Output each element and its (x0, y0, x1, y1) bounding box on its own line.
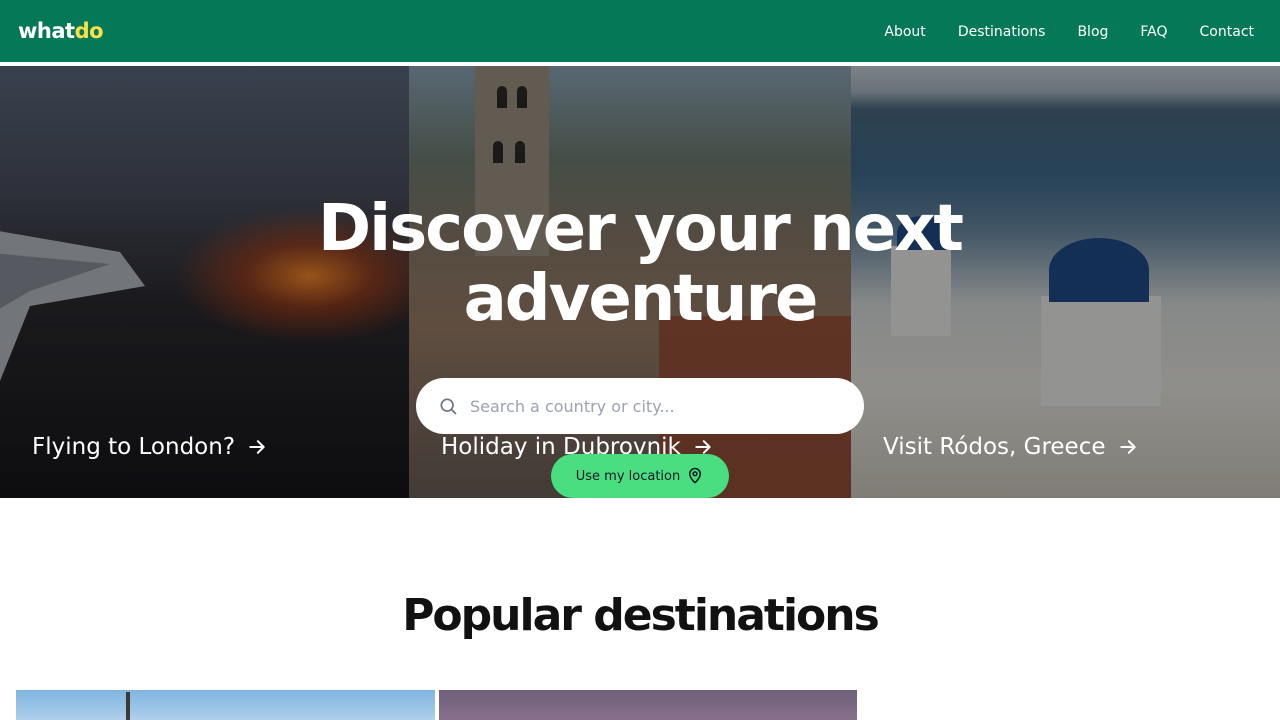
popular-destinations-title: Popular destinations (402, 590, 880, 641)
panel-link-label: Visit Ródos, Greece (883, 434, 1106, 460)
search-input[interactable] (470, 396, 830, 416)
map-pin-icon (689, 467, 702, 484)
logo-main: what (18, 19, 75, 43)
destination-card[interactable] (16, 690, 435, 720)
destination-card[interactable] (439, 690, 857, 720)
panel-link-rodos[interactable]: Visit Ródos, Greece (883, 434, 1138, 460)
site-header: whatdo About Destinations Blog FAQ Conta… (0, 0, 1280, 64)
search-bar[interactable] (416, 378, 864, 434)
nav-about[interactable]: About (884, 24, 925, 40)
panel-link-london[interactable]: Flying to London? (32, 434, 267, 460)
nav-contact[interactable]: Contact (1200, 24, 1254, 40)
use-location-label: Use my location (575, 468, 681, 484)
hero-section: Discover your next adventure Flying to L… (0, 66, 1280, 498)
use-location-button[interactable]: Use my location (551, 454, 729, 498)
nav-blog[interactable]: Blog (1077, 24, 1108, 40)
arrow-right-icon (249, 440, 265, 454)
logo-accent: do (74, 19, 104, 43)
nav-destinations[interactable]: Destinations (958, 24, 1046, 40)
logo[interactable]: whatdo (18, 19, 104, 43)
panel-link-label: Flying to London? (32, 434, 236, 460)
search-icon (440, 398, 457, 415)
nav-faq[interactable]: FAQ (1140, 24, 1167, 40)
arrow-right-icon (1119, 440, 1136, 454)
eiffel-tower-image (126, 692, 130, 720)
main-nav: About Destinations Blog FAQ Contact (884, 0, 1254, 64)
hero-title: Discover your next adventure (318, 192, 964, 336)
